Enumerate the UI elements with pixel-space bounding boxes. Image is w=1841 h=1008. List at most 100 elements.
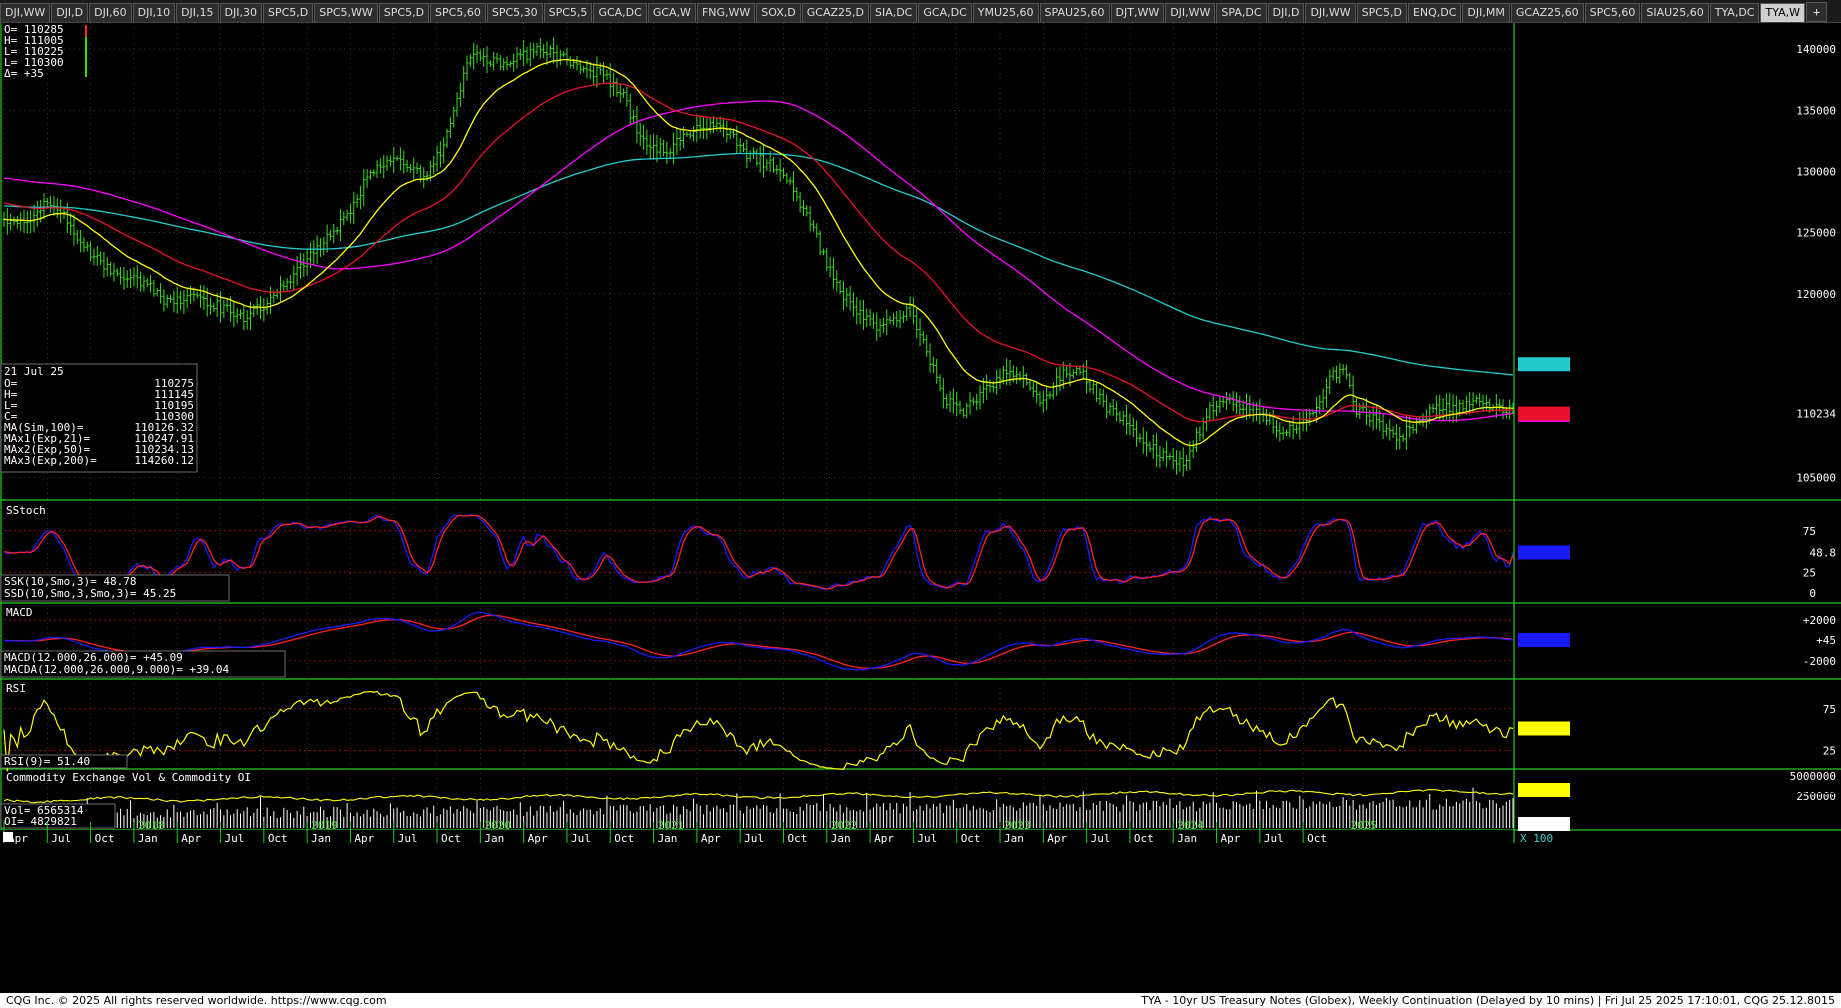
copyright-text: CQG Inc. © 2025 All rights reserved worl… (6, 994, 387, 1007)
ma200-value-marker-bg (1518, 357, 1570, 372)
tab-tya-w[interactable]: TYA,W (1760, 3, 1805, 22)
oi-value-marker-bg (1518, 783, 1570, 797)
year-label: 2025 (1350, 819, 1377, 832)
stoch-value-marker-text: 48.8 (1810, 547, 1837, 560)
stoch-axis-label: 75 (1803, 525, 1816, 538)
month-label: Oct (614, 832, 634, 845)
stoch-axis-label: 25 (1803, 566, 1816, 579)
month-label: Jan (1004, 832, 1024, 845)
tab-sox-d[interactable]: SOX,D (756, 3, 801, 22)
tab-spc5-30[interactable]: SPC5,30 (486, 3, 543, 22)
tab-spa-dc[interactable]: SPA,DC (1216, 3, 1267, 22)
year-label: 2019 (311, 819, 338, 832)
symbol-description: TYA - 10yr US Treasury Notes (Globex), W… (1141, 994, 1835, 1007)
tab-dji-10[interactable]: DJI,10 (132, 3, 176, 22)
tab-enq-dc[interactable]: ENQ,DC (1407, 3, 1462, 22)
macd-legend-line: MACDA(12.000,26.000,9.000)= +39.04 (4, 663, 230, 676)
tab-dji-mm[interactable]: DJI,MM (1462, 3, 1510, 22)
tab-gca-dc[interactable]: GCA,DC (918, 3, 972, 22)
month-label: Apr (181, 832, 201, 845)
chart-tab-bar: DJI,WW DJI,D DJI,60 DJI,10 DJI,15 DJI,30 SPC5,… (0, 0, 1841, 23)
tab-dji-ww[interactable]: DJI,WW (1305, 3, 1356, 22)
month-label: Jan (311, 832, 331, 845)
tab-tya-dc[interactable]: TYA,DC (1709, 3, 1760, 22)
month-label: Jan (1177, 832, 1197, 845)
tab-sia-dc[interactable]: SIA,DC (869, 3, 918, 22)
volume-value-marker-text: 65653 (1803, 818, 1836, 831)
tab-spc5-60[interactable]: SPC5,60 (1584, 3, 1641, 22)
last-price-marker-bg (1518, 406, 1570, 421)
info-key: MAx3(Exp,200)= (4, 454, 97, 467)
month-label: Oct (1307, 832, 1327, 845)
month-label: Apr (701, 832, 721, 845)
tab-spc5-5[interactable]: SPC5,5 (543, 3, 593, 22)
tab-dji-30[interactable]: DJI,30 (219, 3, 262, 22)
macd-axis-label: +2000 (1803, 614, 1836, 627)
month-label: Jul (571, 832, 591, 845)
tab-djt-ww[interactable]: DJT,WW (1110, 3, 1165, 22)
price-axis-label: 120000 (1796, 288, 1836, 301)
tab-ymu25-60[interactable]: YMU25,60 (972, 3, 1039, 22)
tab-dji-d[interactable]: DJI,D (51, 3, 89, 22)
month-label: Jul (1091, 832, 1111, 845)
month-label: Apr (1221, 832, 1241, 845)
tab-spc5-ww[interactable]: SPC5,WW (314, 3, 378, 22)
year-label: 2021 (658, 819, 685, 832)
stoch-legend-line: SSD(10,Smo,3,Smo,3)= 45.25 (4, 587, 176, 600)
tab-fng-ww[interactable]: FNG,WW (696, 3, 756, 22)
volume-legend: Vol= 6565314OI= 4829821 (0, 803, 116, 829)
tab-spc5-60[interactable]: SPC5,60 (430, 3, 486, 22)
chart-area[interactable]: 140000 135000 130000 125000 120000 105000 1142… (0, 23, 1841, 993)
tab-dji-d[interactable]: DJI,D (1267, 3, 1305, 22)
rsi-value-marker-bg (1518, 721, 1570, 736)
tab-spc5-d[interactable]: SPC5,D (262, 3, 314, 22)
month-label: Apr (1047, 832, 1067, 845)
year-label: 2018 (138, 819, 165, 832)
month-label: Apr (874, 832, 894, 845)
tab-dji-ww[interactable]: DJI,WW (0, 3, 51, 22)
macd-value-marker-text: +45 (1816, 634, 1836, 647)
month-label: Apr (528, 832, 548, 845)
add-tab-button[interactable]: + (1805, 2, 1828, 22)
macd-value-marker-bg (1518, 633, 1570, 648)
price-axis-label: 125000 (1796, 227, 1836, 240)
ma200-value-marker-text: 114260 (1796, 358, 1836, 371)
tab-spc5-d[interactable]: SPC5,D (1356, 3, 1407, 22)
tab-gca-w[interactable]: GCA,W (647, 3, 696, 22)
rsi-axis-label: 25 (1823, 745, 1836, 758)
month-label: Oct (961, 832, 981, 845)
price-axis-label: 130000 (1796, 165, 1836, 178)
month-label: Jul (225, 832, 245, 845)
tab-gcaz25-60[interactable]: GCAZ25,60 (1510, 3, 1584, 22)
tab-gcaz25-d[interactable]: GCAZ25,D (801, 3, 869, 22)
status-footer: CQG Inc. © 2025 All rights reserved worl… (0, 993, 1841, 1008)
month-label: Jan (658, 832, 678, 845)
year-label: 2020 (484, 819, 511, 832)
tab-gca-dc[interactable]: GCA,DC (593, 3, 647, 22)
tab-dji-60[interactable]: DJI,60 (89, 3, 132, 22)
price-axis-label: 140000 (1796, 43, 1836, 56)
tab-siau25-60[interactable]: SIAU25,60 (1641, 3, 1709, 22)
tab-dji-ww[interactable]: DJI,WW (1165, 3, 1216, 22)
price-axis-label: 105000 (1796, 472, 1836, 485)
scroll-handle[interactable] (3, 832, 13, 842)
zoom-indicator: X 100 (1520, 832, 1553, 845)
stoch-title: SStoch (6, 504, 46, 517)
ohlc-readout-line: Δ= +35 (4, 67, 44, 80)
month-label: Apr (354, 832, 374, 845)
tab-spc5-d[interactable]: SPC5,D (378, 3, 430, 22)
month-label: Jul (1264, 832, 1284, 845)
info-value: 114260.12 (134, 454, 194, 467)
last-price-marker-text: 110234 (1796, 408, 1836, 421)
macd-axis-label: -2000 (1803, 655, 1836, 668)
volume-legend-line: OI= 4829821 (4, 815, 77, 828)
tab-spau25-60[interactable]: SPAU25,60 (1039, 3, 1110, 22)
rsi-title: RSI (6, 682, 26, 695)
tab-dji-15[interactable]: DJI,15 (176, 3, 219, 22)
year-label: 2024 (1177, 819, 1204, 832)
month-label: Jul (917, 832, 937, 845)
macd-title: MACD (6, 606, 33, 619)
rsi-legend-line: RSI(9)= 51.40 (4, 755, 90, 768)
month-label: Oct (268, 832, 288, 845)
volume-axis-label: 5000000 (1790, 770, 1836, 783)
